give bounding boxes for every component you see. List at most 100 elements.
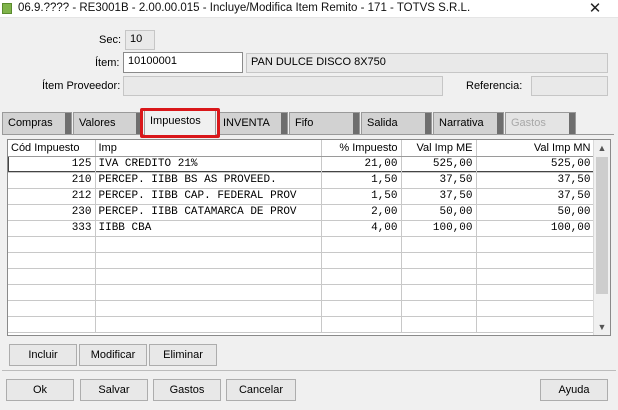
table-row[interactable]: 125 IVA CREDITO 21% 21,00 525,00 525,00 [8,156,595,173]
tab-narrativa[interactable]: Narrativa [433,112,504,134]
sec-field[interactable]: 10 [125,30,155,50]
cell-pct[interactable]: 2,00 [321,204,402,221]
cell-val-mn[interactable]: 100,00 [476,220,595,237]
cell-imp[interactable]: PERCEP. IIBB CATAMARCA DE PROV [95,204,322,221]
cell-imp[interactable]: IVA CREDITO 21% [95,156,322,173]
cell-cod[interactable]: 230 [8,204,96,221]
empty-cell[interactable] [476,236,595,253]
table-row[interactable]: 230 PERCEP. IIBB CATAMARCA DE PROV 2,00 50,… [8,204,595,221]
empty-cell[interactable] [401,316,477,333]
cell-imp[interactable]: IIBB CBA [95,220,322,237]
cell-cod[interactable]: 212 [8,188,96,205]
item-label: Ítem: [95,57,120,69]
gastos-button[interactable]: Gastos [153,379,221,401]
scroll-down-arrow-icon[interactable]: ▼ [594,319,610,335]
table-row-empty[interactable] [8,268,595,285]
cell-imp[interactable]: PERCEP. IIBB BS AS PROVEED. [95,172,322,189]
tab-salida[interactable]: Salida [361,112,432,134]
empty-cell[interactable] [401,300,477,317]
cell-cod[interactable]: 210 [8,172,96,189]
tab-fifo[interactable]: Fifo [289,112,360,134]
empty-cell[interactable] [321,268,402,285]
cell-pct[interactable]: 1,50 [321,172,402,189]
empty-cell[interactable] [8,316,96,333]
cell-val-mn[interactable]: 50,00 [476,204,595,221]
scrollbar-thumb[interactable] [596,157,608,294]
empty-cell[interactable] [95,316,322,333]
column-header-val-mn[interactable]: Val Imp MN [476,140,595,157]
cell-imp[interactable]: PERCEP. IIBB CAP. FEDERAL PROV [95,188,322,205]
table-row-empty[interactable] [8,316,595,333]
cell-val-me[interactable]: 525,00 [401,156,477,173]
referencia-field[interactable] [531,76,608,96]
tab-label: Impuestos [150,115,201,127]
column-header-cod[interactable]: Cód Impuesto [8,140,96,157]
empty-cell[interactable] [8,236,96,253]
empty-cell[interactable] [8,284,96,301]
cell-pct[interactable]: 1,50 [321,188,402,205]
cell-val-me[interactable]: 37,50 [401,172,477,189]
modificar-button[interactable]: Modificar [79,344,147,366]
impuestos-grid[interactable]: Cód Impuesto Imp % Impuesto Val Imp ME V… [7,139,611,336]
cell-val-me[interactable]: 50,00 [401,204,477,221]
empty-cell[interactable] [476,284,595,301]
empty-cell[interactable] [321,252,402,269]
empty-cell[interactable] [401,252,477,269]
empty-cell[interactable] [401,268,477,285]
incluir-button[interactable]: Incluir [9,344,77,366]
table-row[interactable]: 210 PERCEP. IIBB BS AS PROVEED. 1,50 37,50 3… [8,172,595,189]
close-button[interactable]: ✕ [572,0,618,18]
tab-valores[interactable]: Valores [73,112,143,134]
column-header-pct[interactable]: % Impuesto [321,140,402,157]
table-row-empty[interactable] [8,252,595,269]
empty-cell[interactable] [95,268,322,285]
empty-cell[interactable] [321,316,402,333]
cell-val-me[interactable]: 37,50 [401,188,477,205]
empty-cell[interactable] [401,236,477,253]
referencia-label: Referencia: [466,80,523,92]
cell-val-me[interactable]: 100,00 [401,220,477,237]
cell-val-mn[interactable]: 37,50 [476,172,595,189]
tab-label: Fifo [295,117,314,129]
table-row[interactable]: 333 IIBB CBA 4,00 100,00 100,00 [8,220,595,237]
table-row-empty[interactable] [8,284,595,301]
table-row[interactable]: 212 PERCEP. IIBB CAP. FEDERAL PROV 1,50 37,… [8,188,595,205]
empty-cell[interactable] [476,300,595,317]
cell-val-mn[interactable]: 525,00 [476,156,595,173]
tab-impuestos[interactable]: Impuestos [144,110,216,135]
table-row-empty[interactable] [8,300,595,317]
salvar-button[interactable]: Salvar [80,379,148,401]
ok-button[interactable]: Ok [6,379,74,401]
empty-cell[interactable] [321,284,402,301]
empty-cell[interactable] [8,268,96,285]
empty-cell[interactable] [95,252,322,269]
tab-inventa[interactable]: INVENTA [217,112,288,134]
empty-cell[interactable] [476,268,595,285]
cell-pct[interactable]: 21,00 [321,156,402,173]
empty-cell[interactable] [8,252,96,269]
scroll-up-arrow-icon[interactable]: ▲ [594,140,610,156]
empty-cell[interactable] [321,300,402,317]
empty-cell[interactable] [8,300,96,317]
empty-cell[interactable] [401,284,477,301]
item-proveedor-field[interactable] [123,76,443,96]
empty-cell[interactable] [476,316,595,333]
item-field[interactable]: 10100001 [123,52,243,73]
column-header-val-me[interactable]: Val Imp ME [401,140,477,157]
grid-vertical-scrollbar[interactable]: ▲ ▼ [593,140,610,335]
cell-pct[interactable]: 4,00 [321,220,402,237]
tab-compras[interactable]: Compras [2,112,72,134]
eliminar-button[interactable]: Eliminar [149,344,217,366]
empty-cell[interactable] [95,300,322,317]
cell-cod[interactable]: 333 [8,220,96,237]
cell-cod[interactable]: 125 [8,156,96,173]
ayuda-button[interactable]: Ayuda [540,379,608,401]
empty-cell[interactable] [95,284,322,301]
table-row-empty[interactable] [8,236,595,253]
empty-cell[interactable] [321,236,402,253]
empty-cell[interactable] [476,252,595,269]
empty-cell[interactable] [95,236,322,253]
column-header-imp[interactable]: Imp [95,140,322,157]
cell-val-mn[interactable]: 37,50 [476,188,595,205]
cancelar-button[interactable]: Cancelar [226,379,296,401]
